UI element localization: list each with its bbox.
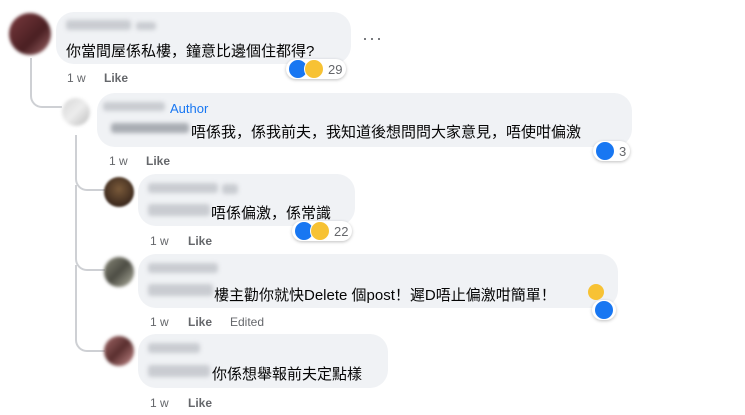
commenter-name[interactable] [148,204,210,216]
commenter-name[interactable] [111,123,189,133]
reaction-summary[interactable]: 3 [593,141,631,161]
commenter-name[interactable] [148,183,218,193]
avatar[interactable] [104,177,134,207]
thread-line-reply [75,185,105,271]
comment-bubble: 你係想舉報前夫定點樣 [138,334,388,388]
thinking-face-icon [588,284,604,300]
edited-label: Edited [230,315,265,329]
commenter-name[interactable] [103,102,165,111]
comment-time[interactable]: 1 w [150,396,169,410]
commenter-name[interactable] [148,343,200,353]
reaction-count: 29 [328,61,343,77]
commenter-name[interactable] [148,284,213,296]
more-options-icon[interactable]: ··· [362,28,383,49]
haha-icon [310,221,330,241]
like-button[interactable]: Like [104,71,128,85]
comment-text: 你當間屋係私樓，鐘意比邊個住都得? [66,43,315,60]
comment-bubble: 樓主勸你就快Delete 個post！遲D唔止偏激咁簡單！ [138,254,618,308]
comment-text: 樓主勸你就快Delete 個post！遲D唔止偏激咁簡單！ [214,287,556,304]
comment-time[interactable]: 1 w [109,154,128,168]
like-button[interactable]: Like [146,154,170,168]
avatar[interactable] [104,257,134,287]
thread-line-main [30,58,62,108]
avatar[interactable] [9,13,51,55]
avatar[interactable] [62,98,90,126]
thread-line-reply [75,135,105,191]
reaction-count: 22 [334,223,349,239]
comment-bubble: 你當間屋係私樓，鐘意比邊個住都得? [56,12,351,64]
reaction-count: 3 [619,143,627,159]
commenter-name[interactable] [66,20,131,30]
haha-icon [304,59,324,79]
like-icon [595,141,615,161]
comment-time[interactable]: 1 w [150,234,169,248]
like-button[interactable]: Like [188,396,212,410]
like-button[interactable]: Like [188,234,212,248]
reaction-summary[interactable] [592,300,616,320]
comment-text: 唔係偏激，係常識 [211,205,332,222]
author-badge: Author [170,101,209,116]
avatar[interactable] [104,336,134,366]
thread-line-reply [75,265,105,352]
reaction-summary[interactable]: 22 [292,221,353,241]
like-icon [594,300,614,320]
comment-time[interactable]: 1 w [150,315,169,329]
comment-bubble: Author 唔係我，係我前夫，我知道後想問問大家意見，唔使咁偏激 [97,93,632,147]
commenter-name[interactable] [148,263,218,273]
comment-time[interactable]: 1 w [67,71,86,85]
commenter-name[interactable] [136,22,156,30]
comment-bubble: 唔係偏激，係常識 [138,174,355,226]
like-button[interactable]: Like [188,315,212,329]
commenter-name[interactable] [222,184,238,194]
commenter-name[interactable] [148,365,210,377]
comment-text: 你係想舉報前夫定點樣 [212,366,363,383]
reaction-summary[interactable]: 29 [286,59,347,79]
comment-text: 唔係我，係我前夫，我知道後想問問大家意見，唔使咁偏激 [191,124,582,141]
